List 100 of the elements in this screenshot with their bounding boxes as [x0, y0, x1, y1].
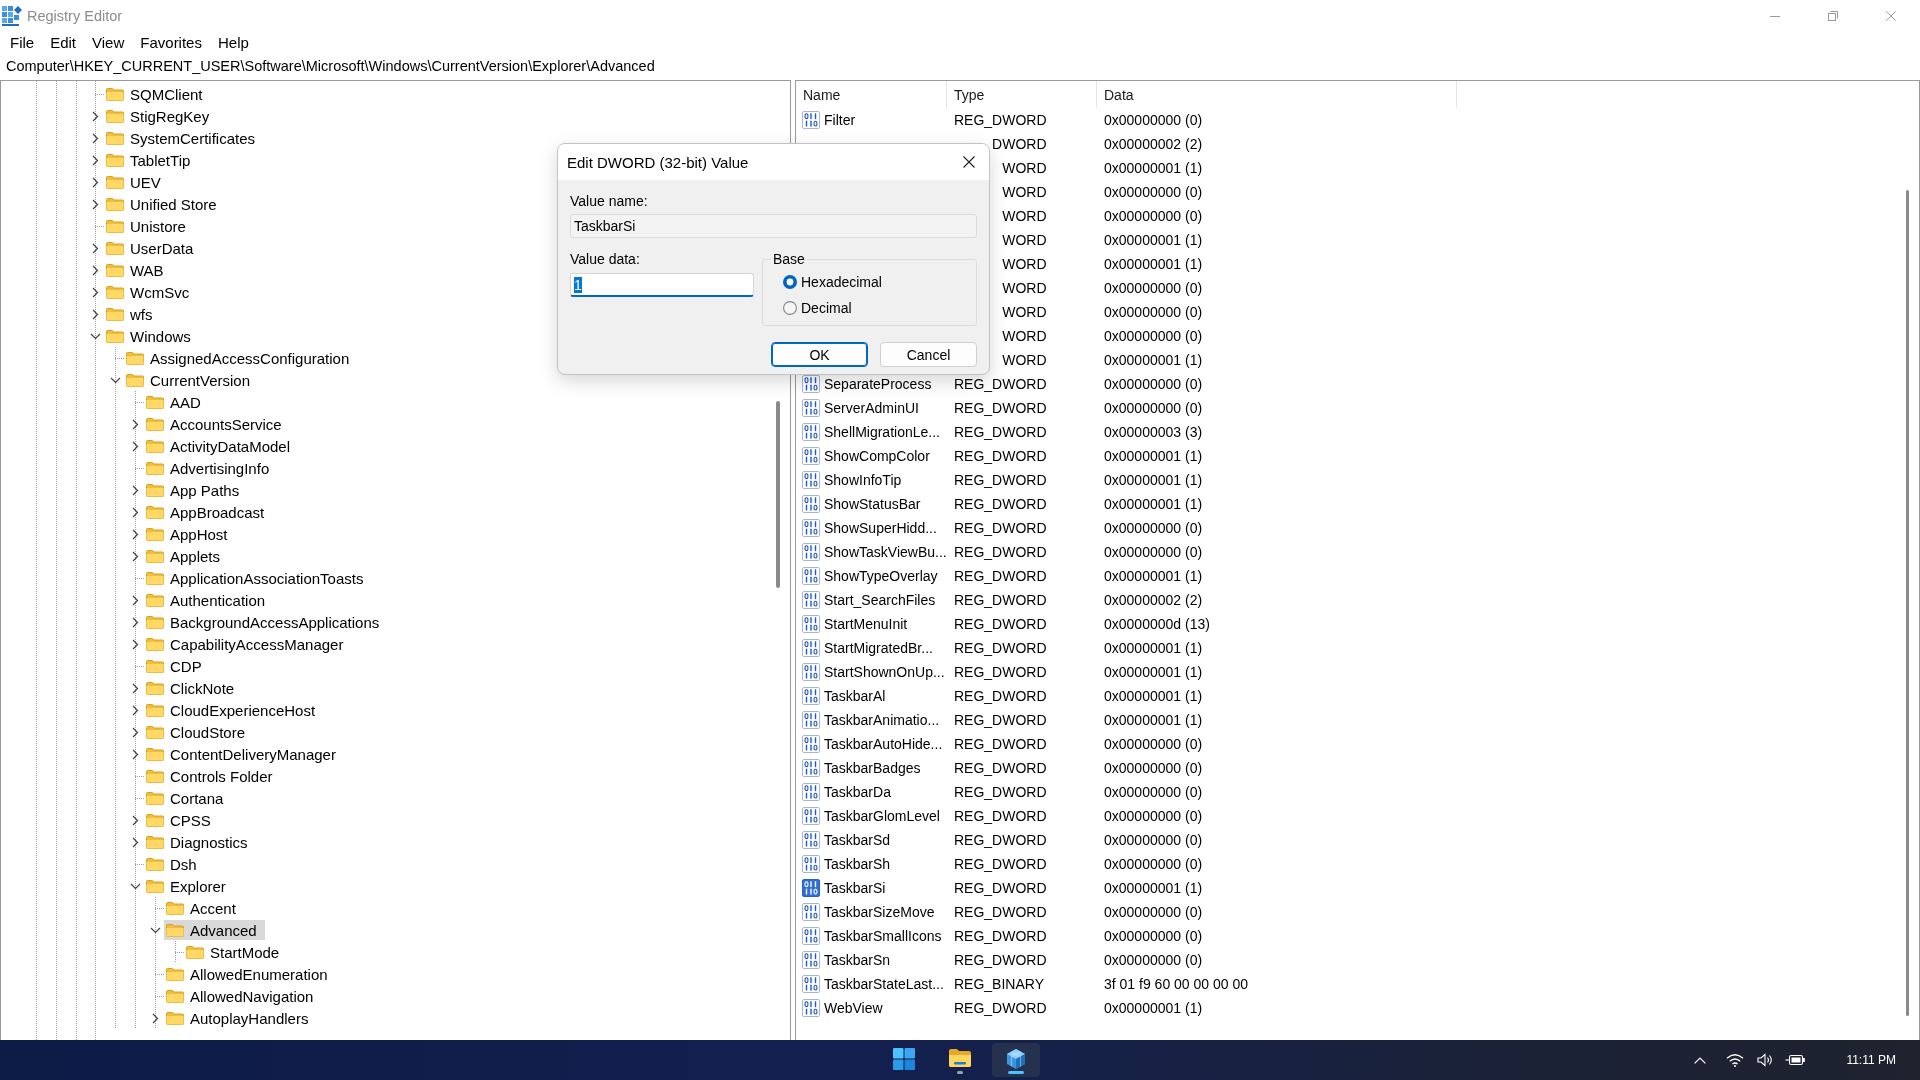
value-name[interactable]: TaskbarAl: [824, 688, 886, 704]
value-name[interactable]: TaskbarAnimatio...: [824, 712, 940, 728]
value-name[interactable]: ShowCompColor: [824, 448, 930, 464]
chevron-right-icon[interactable]: [91, 308, 99, 320]
tree-item[interactable]: CapabilityAccessManager: [144, 634, 352, 654]
tree-item[interactable]: CloudStore: [144, 722, 254, 742]
value-name[interactable]: Start_SearchFiles: [824, 592, 936, 608]
tree-item[interactable]: AllowedNavigation: [164, 986, 322, 1006]
clock-time[interactable]: 11:11 PM: [1838, 1043, 1904, 1077]
tree-item[interactable]: Advanced: [164, 920, 265, 940]
value-name[interactable]: TaskbarSn: [824, 952, 891, 968]
tree-item[interactable]: Applets: [144, 546, 229, 566]
tree-item[interactable]: Diagnostics: [144, 832, 256, 852]
value-name[interactable]: WebView: [824, 1000, 883, 1016]
value-name[interactable]: TaskbarBadges: [824, 760, 921, 776]
radio-label[interactable]: Decimal: [801, 300, 852, 316]
chevron-right-icon[interactable]: [131, 440, 139, 452]
value-name[interactable]: ShowStatusBar: [824, 496, 921, 512]
value-name-field[interactable]: TaskbarSi: [570, 214, 977, 238]
menu-item[interactable]: Help: [209, 32, 257, 52]
radio-button[interactable]: [783, 301, 797, 315]
tree-item[interactable]: ActivityDataModel: [144, 436, 299, 456]
value-name[interactable]: ShellMigrationLe...: [824, 424, 940, 440]
tree-item[interactable]: UserData: [104, 238, 202, 258]
value-name[interactable]: ShowSuperHidd...: [824, 520, 937, 536]
chevron-right-icon[interactable]: [131, 550, 139, 562]
tree-item[interactable]: Cortana: [144, 788, 232, 808]
tree-item[interactable]: SQMClient: [104, 84, 211, 104]
tree-item[interactable]: Authentication: [144, 590, 274, 610]
chevron-down-icon[interactable]: [109, 376, 121, 384]
value-data-field[interactable]: 1: [570, 273, 754, 297]
tree-item[interactable]: TabletTip: [104, 150, 199, 170]
chevron-right-icon[interactable]: [131, 726, 139, 738]
tree-item[interactable]: Windows: [104, 326, 199, 346]
tree-item[interactable]: AllowedEnumeration: [164, 964, 336, 984]
menu-item[interactable]: File: [2, 32, 43, 52]
chevron-right-icon[interactable]: [131, 638, 139, 650]
value-name[interactable]: SeparateProcess: [824, 376, 932, 392]
column-header[interactable]: Type: [947, 81, 1097, 108]
menu-item[interactable]: View: [84, 32, 133, 52]
tree-item[interactable]: CPSS: [144, 810, 219, 830]
chevron-right-icon[interactable]: [131, 682, 139, 694]
menu-item[interactable]: Edit: [42, 32, 85, 52]
tree-item[interactable]: Explorer: [144, 876, 234, 896]
chevron-right-icon[interactable]: [131, 594, 139, 606]
chevron-right-icon[interactable]: [131, 704, 139, 716]
chevron-right-icon[interactable]: [131, 418, 139, 430]
value-name[interactable]: TaskbarGlomLevel: [824, 808, 940, 824]
chevron-right-icon[interactable]: [131, 528, 139, 540]
value-name[interactable]: TaskbarSd: [824, 832, 891, 848]
tree-item[interactable]: AccountsService: [144, 414, 290, 434]
tree-item[interactable]: ApplicationAssociationToasts: [144, 568, 372, 588]
chevron-up-icon[interactable]: [1694, 1056, 1707, 1064]
tree-item[interactable]: WAB: [104, 260, 172, 280]
value-name[interactable]: TaskbarSmallIcons: [824, 928, 942, 944]
radio-button[interactable]: [783, 275, 797, 289]
battery-icon[interactable]: [1785, 1053, 1806, 1067]
value-name[interactable]: StartShownOnUp...: [824, 664, 945, 680]
menu-item[interactable]: Favorites: [132, 32, 210, 52]
chevron-down-icon[interactable]: [129, 882, 141, 890]
tree-item[interactable]: wfs: [104, 304, 161, 324]
scrollbar-thumb[interactable]: [776, 401, 780, 588]
tree-item[interactable]: CloudExperienceHost: [144, 700, 324, 720]
value-name[interactable]: ShowTaskViewBu...: [824, 544, 947, 560]
value-name[interactable]: TaskbarSizeMove: [824, 904, 935, 920]
tree-item[interactable]: UEV: [104, 172, 169, 192]
chevron-right-icon[interactable]: [91, 154, 99, 166]
scrollbar-thumb[interactable]: [1906, 190, 1909, 1016]
tree-item[interactable]: CurrentVersion: [124, 370, 259, 390]
tree-item[interactable]: StigRegKey: [104, 106, 218, 126]
chevron-right-icon[interactable]: [91, 132, 99, 144]
wifi-icon[interactable]: [1726, 1053, 1745, 1067]
tree-item[interactable]: ClickNote: [144, 678, 243, 698]
chevron-right-icon[interactable]: [91, 242, 99, 254]
value-name[interactable]: TaskbarAutoHide...: [824, 736, 943, 752]
tree-item[interactable]: AutoplayHandlers: [164, 1008, 317, 1028]
value-name[interactable]: TaskbarStateLast...: [824, 976, 944, 992]
chevron-right-icon[interactable]: [91, 176, 99, 188]
value-name[interactable]: StartMigratedBr...: [824, 640, 933, 656]
chevron-right-icon[interactable]: [131, 616, 139, 628]
chevron-right-icon[interactable]: [151, 1012, 159, 1024]
address-field[interactable]: Computer\HKEY_CURRENT_USER\Software\Microsoft\Windows\CurrentVersion\Explorer\Advanced: [0, 54, 1920, 78]
tree-item[interactable]: AssignedAccessConfiguration: [124, 348, 358, 368]
tree-item[interactable]: Unified Store: [104, 194, 225, 214]
tree-item[interactable]: Unistore: [104, 216, 194, 236]
chevron-right-icon[interactable]: [91, 198, 99, 210]
chevron-right-icon[interactable]: [131, 484, 139, 496]
tree-item[interactable]: BackgroundAccessApplications: [144, 612, 388, 632]
value-name[interactable]: StartMenuInit: [824, 616, 908, 632]
chevron-right-icon[interactable]: [131, 836, 139, 848]
tree-item[interactable]: Dsh: [144, 854, 205, 874]
tree-item[interactable]: App Paths: [144, 480, 248, 500]
chevron-down-icon[interactable]: [89, 332, 101, 340]
taskbar-button[interactable]: [992, 1043, 1040, 1077]
tree-item[interactable]: WcmSvc: [104, 282, 198, 302]
tree-item[interactable]: AppBroadcast: [144, 502, 273, 522]
value-name[interactable]: TaskbarSh: [824, 856, 891, 872]
column-header[interactable]: Data: [1097, 81, 1457, 108]
value-name[interactable]: TaskbarSi: [824, 880, 886, 896]
tree-item[interactable]: ContentDeliveryManager: [144, 744, 344, 764]
